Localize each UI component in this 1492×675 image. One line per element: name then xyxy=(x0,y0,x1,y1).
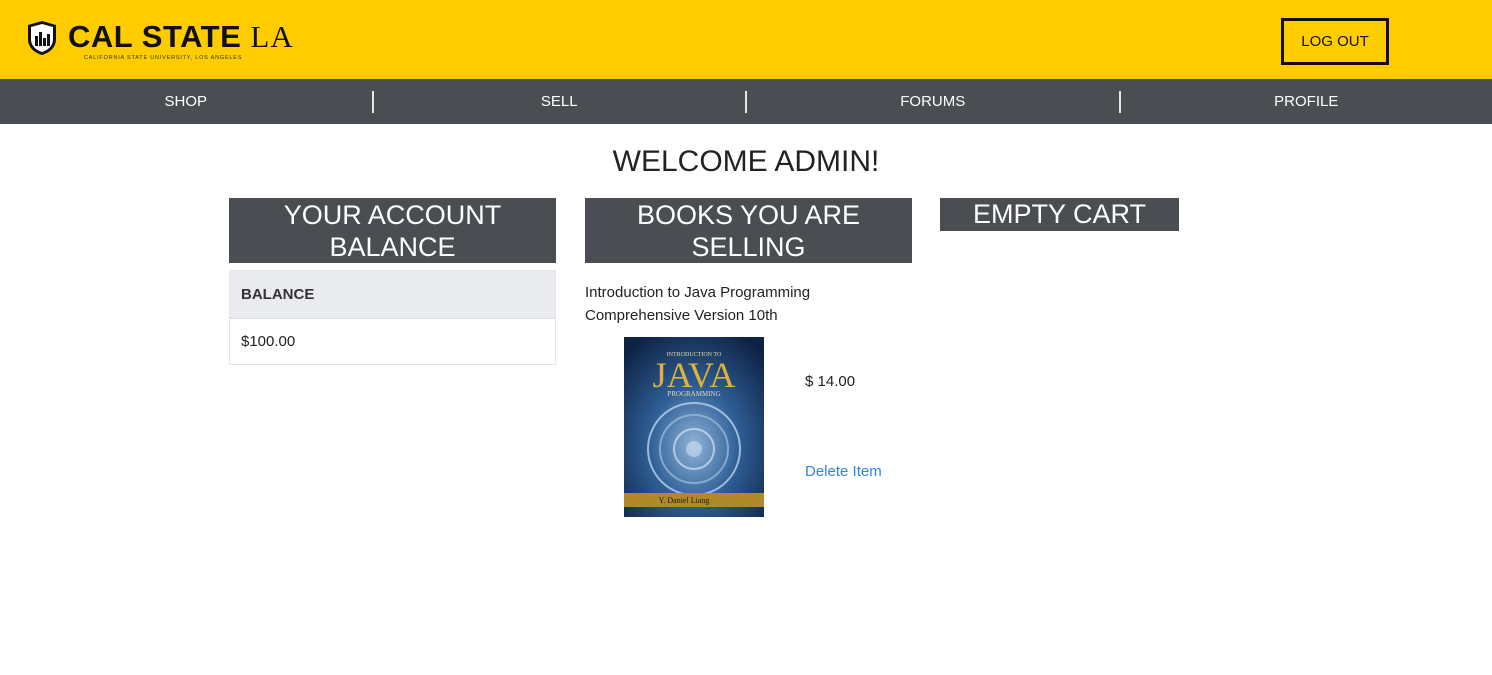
nav-item-profile[interactable]: PROFILE xyxy=(1121,79,1492,124)
empty-cart-heading: EMPTY CART xyxy=(940,198,1179,231)
book-cover-image: INTRODUCTION TO JAVA PROGRAMMING Y. Dani… xyxy=(624,337,764,517)
nav-item-shop[interactable]: SHOP xyxy=(0,79,372,124)
cal-state-la-logo[interactable]: CAL STATE LA CALIFORNIA STATE UNIVERSITY… xyxy=(27,20,294,61)
balance-column-header: BALANCE xyxy=(229,270,556,319)
table-row: $100.00 xyxy=(230,319,556,365)
cover-sub-text: PROGRAMMING xyxy=(667,390,720,398)
table-header-row: BALANCE xyxy=(229,270,556,319)
cover-author: Y. Daniel Liang xyxy=(659,496,710,505)
balance-table: BALANCE $100.00 xyxy=(229,270,556,365)
cover-main-text: JAVA xyxy=(653,355,736,395)
university-shield-icon xyxy=(28,21,56,55)
book-title: Introduction to Java Programming Compreh… xyxy=(585,284,811,324)
logo-wordmark-la: LA xyxy=(250,19,294,54)
nav-item-forums[interactable]: FORUMS xyxy=(747,79,1119,124)
delete-item-link[interactable]: Delete Item xyxy=(805,463,882,480)
main-nav: SHOP SELL FORUMS PROFILE xyxy=(0,79,1492,124)
logo-wordmark: CAL STATE xyxy=(68,19,242,54)
book-price: $ 14.00 xyxy=(805,373,856,390)
nav-item-sell[interactable]: SELL xyxy=(374,79,746,124)
books-selling-heading: BOOKS YOU ARE SELLING xyxy=(585,198,912,263)
account-balance-heading: YOUR ACCOUNT BALANCE xyxy=(229,198,556,263)
top-header: CAL STATE LA CALIFORNIA STATE UNIVERSITY… xyxy=(0,0,1492,79)
logout-button[interactable]: LOG OUT xyxy=(1281,18,1389,65)
logo-subtitle: CALIFORNIA STATE UNIVERSITY, LOS ANGELES xyxy=(84,55,243,61)
balance-value: $100.00 xyxy=(241,333,296,350)
welcome-heading: WELCOME ADMIN! xyxy=(612,145,880,178)
